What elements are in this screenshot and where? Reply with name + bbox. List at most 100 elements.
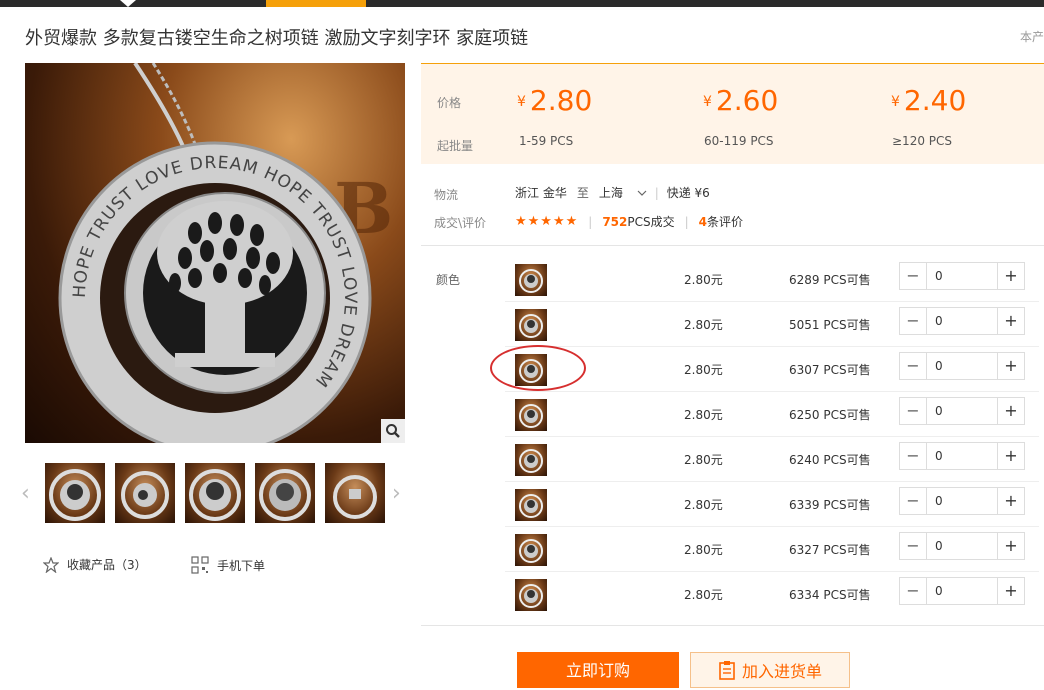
active-nav-tab[interactable] — [266, 0, 366, 7]
quantity-input[interactable] — [927, 398, 1001, 424]
quantity-stepper: − + — [899, 397, 1025, 425]
top-nav-bar — [0, 0, 1044, 7]
decrease-qty-button[interactable]: − — [900, 353, 927, 379]
divider-bar: | — [684, 214, 689, 229]
deals-count[interactable]: 752 — [602, 215, 627, 229]
sku-thumbnail[interactable] — [515, 354, 547, 386]
sku-price: 2.80元 — [684, 453, 723, 467]
shipping-fee: 快递 ¥6 — [666, 186, 710, 200]
quantity-stepper: − + — [899, 352, 1025, 380]
increase-qty-button[interactable]: + — [997, 308, 1024, 334]
sku-necklace-icon — [519, 359, 543, 383]
review-suffix: 条评价 — [707, 215, 744, 229]
main-product-image[interactable]: BB HOPE TRUST LOVE DREAM HOPE TRUST LOVE… — [25, 63, 405, 443]
sku-stock: 6240 PCS可售 — [789, 453, 871, 467]
section-divider — [421, 625, 1044, 626]
thumbnail[interactable] — [325, 463, 385, 523]
increase-qty-button[interactable]: + — [997, 488, 1024, 514]
quantity-stepper: − + — [899, 442, 1025, 470]
star-outline-icon — [43, 556, 59, 573]
decrease-qty-button[interactable]: − — [900, 398, 927, 424]
increase-qty-button[interactable]: + — [997, 263, 1024, 289]
necklace-illustration: BB HOPE TRUST LOVE DREAM HOPE TRUST LOVE… — [58, 63, 393, 443]
chevron-down-icon — [637, 190, 647, 196]
thumb-next-arrow[interactable]: › — [392, 481, 401, 506]
add-to-cart-button[interactable]: 加入进货单 — [690, 652, 850, 688]
sku-thumbnail[interactable] — [515, 399, 547, 431]
divider-bar: | — [654, 185, 659, 200]
price-tier-1: ¥2.80 — [517, 84, 593, 117]
decrease-qty-button[interactable]: − — [900, 263, 927, 289]
sku-row: 2.80元 6339 PCS可售 − + — [505, 481, 1039, 527]
thumbnail-necklace-icon — [189, 469, 241, 521]
quantity-input[interactable] — [927, 443, 1001, 469]
sku-thumbnail[interactable] — [515, 264, 547, 296]
thumb-prev-arrow[interactable]: ‹ — [21, 481, 30, 506]
thumbnail[interactable] — [255, 463, 315, 523]
sku-thumbnail[interactable] — [515, 489, 547, 521]
thumbnail-necklace-icon — [121, 471, 169, 519]
quantity-input[interactable] — [927, 263, 1001, 289]
sku-thumbnail[interactable] — [515, 579, 547, 611]
quantity-input[interactable] — [927, 308, 1001, 334]
sku-price: 2.80元 — [684, 318, 723, 332]
price-label: 价格 — [437, 96, 462, 110]
sku-necklace-icon — [519, 404, 543, 428]
price-panel: 价格 起批量 ¥2.80 1-59 PCS ¥2.60 60-119 PCS ¥… — [421, 63, 1044, 164]
decrease-qty-button[interactable]: − — [900, 578, 927, 604]
deals-suffix: PCS成交 — [627, 215, 675, 229]
increase-qty-button[interactable]: + — [997, 533, 1024, 559]
thumbnail-necklace-icon — [333, 475, 377, 519]
sku-row: 2.80元 6334 PCS可售 − + — [505, 571, 1039, 616]
quantity-input[interactable] — [927, 533, 1001, 559]
buy-now-button[interactable]: 立即订购 — [517, 652, 679, 688]
thumbnail-strip: ‹ › — [21, 463, 405, 523]
increase-qty-button[interactable]: + — [997, 578, 1024, 604]
quantity-stepper: − + — [899, 307, 1025, 335]
quantity-input[interactable] — [927, 578, 1001, 604]
quantity-stepper: − + — [899, 262, 1025, 290]
sku-necklace-icon — [519, 539, 543, 563]
sku-row: 2.80元 6250 PCS可售 − + — [505, 391, 1039, 437]
section-divider — [421, 245, 1044, 246]
decrease-qty-button[interactable]: − — [900, 308, 927, 334]
range-tier-3: ≥120 PCS — [892, 134, 953, 148]
rating-stars: ★★★★★ — [515, 214, 579, 229]
thumbnail[interactable] — [185, 463, 245, 523]
sku-necklace-icon — [519, 494, 543, 518]
color-label: 颜色 — [436, 273, 461, 287]
sku-thumbnail[interactable] — [515, 309, 547, 341]
sku-price: 2.80元 — [684, 408, 723, 422]
product-title: 外贸爆款 多款复古镂空生命之树项链 激励文字刻字环 家庭项链 — [25, 28, 529, 49]
quantity-input[interactable] — [927, 353, 1001, 379]
sku-thumbnail[interactable] — [515, 534, 547, 566]
thumbnail[interactable] — [115, 463, 175, 523]
decrease-qty-button[interactable]: − — [900, 443, 927, 469]
increase-qty-button[interactable]: + — [997, 443, 1024, 469]
nav-notch — [120, 0, 136, 7]
sku-thumbnail[interactable] — [515, 444, 547, 476]
decrease-qty-button[interactable]: − — [900, 488, 927, 514]
increase-qty-button[interactable]: + — [997, 353, 1024, 379]
sku-stock: 6327 PCS可售 — [789, 543, 871, 557]
sku-row: 2.80元 6240 PCS可售 − + — [505, 436, 1039, 482]
mobile-order-label: 手机下单 — [217, 558, 266, 573]
sku-stock: 6289 PCS可售 — [789, 273, 871, 287]
thumbnail[interactable] — [45, 463, 105, 523]
quantity-input[interactable] — [927, 488, 1001, 514]
quantity-stepper: − + — [899, 532, 1025, 560]
ship-to-select[interactable]: 上海 — [599, 184, 647, 201]
sku-necklace-icon — [519, 314, 543, 338]
sku-price: 2.80元 — [684, 273, 723, 287]
sku-necklace-icon — [519, 449, 543, 473]
increase-qty-button[interactable]: + — [997, 398, 1024, 424]
favorite-button[interactable]: 收藏产品（3） — [43, 556, 147, 573]
review-count[interactable]: 4 — [699, 215, 707, 229]
moq-label: 起批量 — [437, 139, 474, 153]
range-tier-1: 1-59 PCS — [519, 134, 574, 148]
price-tier-3: ¥2.40 — [891, 84, 967, 117]
mobile-order-button[interactable]: 手机下单 — [191, 556, 265, 574]
decrease-qty-button[interactable]: − — [900, 533, 927, 559]
zoom-button[interactable] — [381, 419, 405, 443]
thumbnail-necklace-icon — [259, 469, 311, 521]
